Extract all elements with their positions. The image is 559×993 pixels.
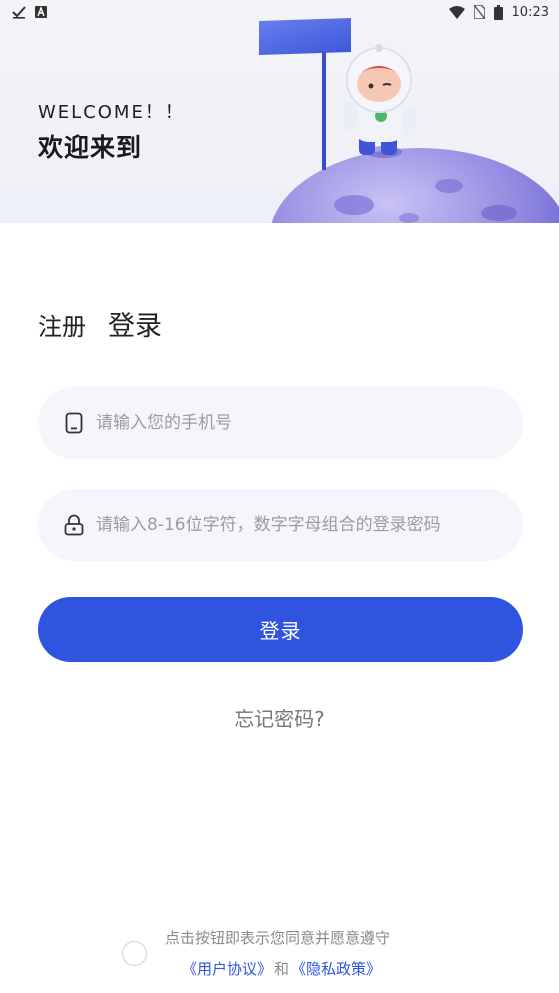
forgot-password-link[interactable]: 忘记密码? [0, 703, 559, 732]
welcome-cn-text: 欢迎来到 [38, 133, 143, 162]
agreement-links: 《用户协议》 和 《隐私政策》 [182, 958, 381, 979]
agreement-text: 点击按钮即表示您同意并愿意遵守 [165, 929, 391, 947]
phone-field[interactable] [38, 387, 523, 459]
password-field[interactable] [38, 489, 523, 561]
tab-login[interactable]: 登录 [108, 304, 162, 343]
agreement-checkbox[interactable] [122, 941, 147, 966]
privacy-policy-link[interactable]: 《隐私政策》 [291, 958, 381, 979]
phone-input[interactable] [96, 413, 496, 433]
a-notification-icon [35, 6, 47, 18]
check-notification-icon [12, 6, 26, 19]
wifi-icon [448, 5, 465, 19]
agreement-and-text: 和 [274, 960, 290, 978]
battery-icon [493, 4, 503, 20]
tab-register[interactable]: 注册 [38, 307, 86, 342]
welcome-text: WELCOME！！ [38, 102, 185, 123]
hero-banner: WELCOME！！ 欢迎来到 [0, 0, 559, 223]
phone-icon [64, 412, 84, 434]
password-input[interactable] [96, 515, 496, 535]
user-agreement-link[interactable]: 《用户协议》 [182, 958, 272, 979]
status-bar: 10:23 [0, 0, 559, 24]
login-button[interactable]: 登录 [38, 597, 523, 662]
status-time: 10:23 [511, 4, 549, 20]
lock-icon [64, 514, 84, 536]
astronaut-illustration [259, 18, 559, 223]
no-sim-icon [473, 5, 485, 19]
auth-tabs: 注册 登录 [38, 304, 162, 343]
